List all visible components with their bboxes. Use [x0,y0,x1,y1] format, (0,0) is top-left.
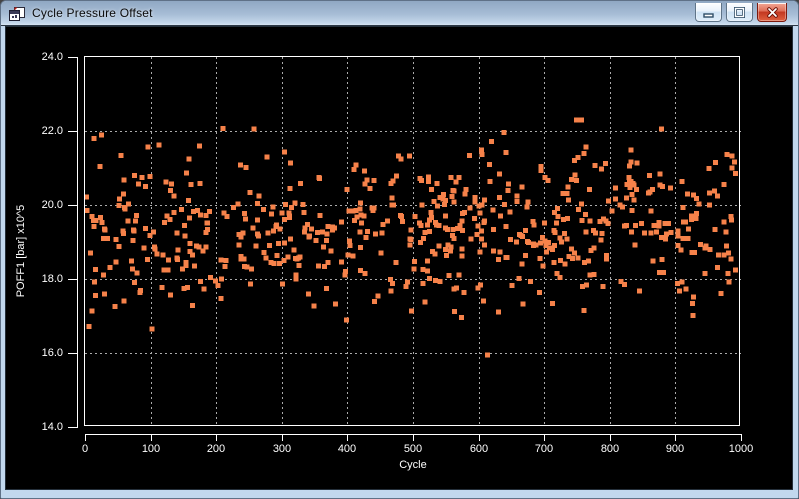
x-tick-label: 200 [194,443,238,455]
app-window: Cycle Pressure Offset [0,0,799,499]
window-controls [695,3,787,22]
x-tick-label: 900 [653,443,697,455]
plot-area[interactable] [84,56,740,426]
x-tick [479,434,480,441]
x-tick-label: 300 [260,443,304,455]
x-tick [544,434,545,441]
x-tick-label: 0 [63,443,107,455]
scatter-points [85,117,738,357]
window-icon [8,6,26,22]
x-tick [85,434,86,441]
x-tick-label: 600 [457,443,501,455]
y-tick-label: 18.0 [23,273,63,285]
maximize-button[interactable] [726,3,753,22]
minimize-icon [701,6,716,19]
y-axis-line [77,57,78,428]
x-tick-label: 100 [129,443,173,455]
x-tick-label: 500 [391,443,435,455]
x-tick [675,434,676,441]
x-axis-title: Cycle [383,459,443,471]
y-tick [68,353,78,354]
chart-content: POFF1 [bar] x10^5 Cycle 0100200300400500… [5,26,793,490]
maximize-icon [732,6,747,19]
x-tick-label: 400 [325,443,369,455]
y-tick [68,427,78,428]
window-title: Cycle Pressure Offset [32,6,153,20]
x-tick [610,434,611,441]
titlebar[interactable]: Cycle Pressure Offset [1,1,798,26]
close-button[interactable] [757,3,787,22]
x-tick-label: 1000 [719,443,763,455]
y-tick-label: 22.0 [23,125,63,137]
x-tick [413,434,414,441]
y-tick-label: 20.0 [23,199,63,211]
y-tick [68,279,78,280]
window-frame-bottom[interactable] [1,490,798,498]
y-tick-label: 24.0 [23,51,63,63]
x-tick [216,434,217,441]
y-tick [68,57,78,58]
x-tick [282,434,283,441]
y-tick [68,131,78,132]
x-tick [347,434,348,441]
x-tick-label: 700 [522,443,566,455]
x-tick [741,434,742,441]
minimize-button[interactable] [695,3,722,22]
y-tick-label: 16.0 [23,347,63,359]
y-tick [68,205,78,206]
close-icon [765,6,780,19]
y-tick-label: 14.0 [23,421,63,433]
x-tick-label: 800 [588,443,632,455]
window-frame-right[interactable] [793,26,798,498]
x-tick [151,434,152,441]
